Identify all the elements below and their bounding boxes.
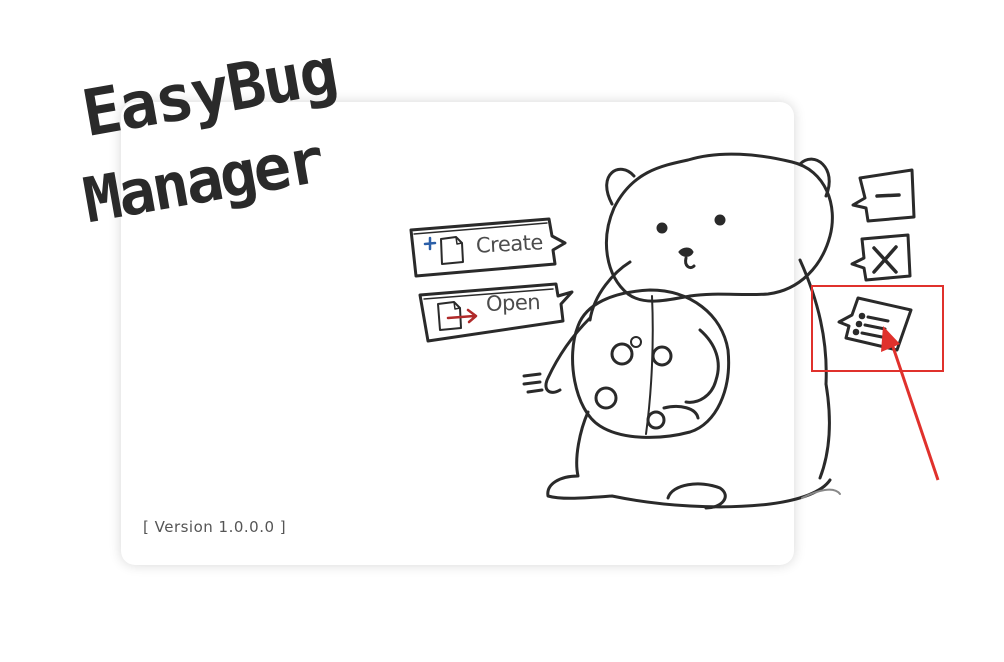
close-button[interactable] (850, 233, 912, 282)
close-icon (872, 245, 898, 274)
highlight-annotation (811, 285, 944, 481)
minimize-icon (875, 193, 901, 198)
menu-button[interactable] (837, 296, 913, 352)
version-label: [ Version 1.0.0.0 ] (143, 518, 287, 536)
create-button-label[interactable]: Create (475, 230, 543, 257)
list-icon (852, 312, 890, 339)
minimize-button[interactable] (851, 168, 916, 223)
open-button-label[interactable]: Open (486, 290, 541, 316)
